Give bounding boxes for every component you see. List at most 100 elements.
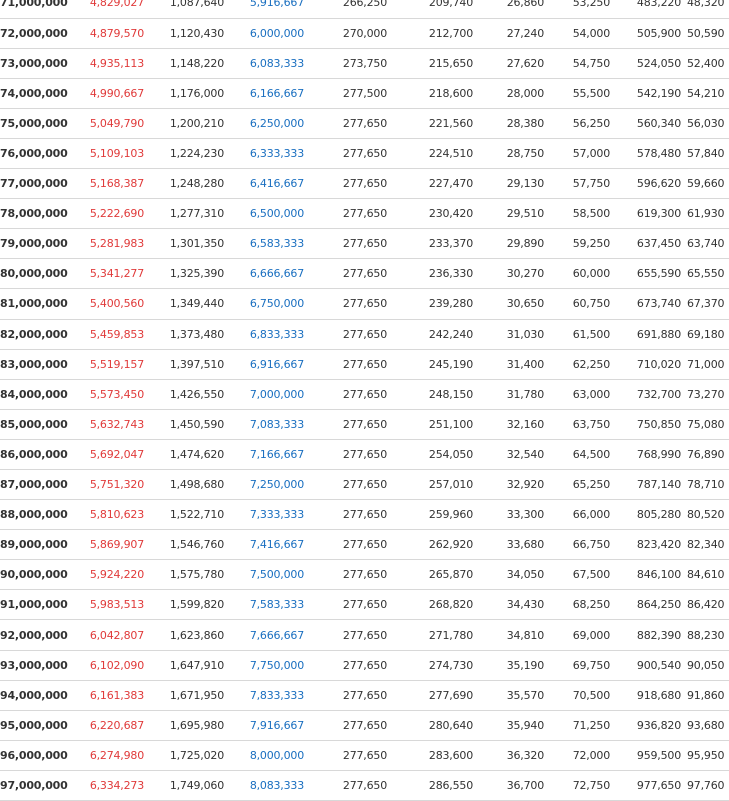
deduction-total-cell: 1,546,760 — [150, 529, 230, 561]
monthly-salary-cell: 7,916,667 — [230, 710, 310, 741]
table-row: 74,000,000 4,990,667 1,176,000 6,166,667 277… — [0, 78, 729, 109]
table-row: 88,000,000 5,810,623 1,522,710 7,333,333 277… — [0, 499, 729, 531]
income-tax-cell: 505,900 — [616, 18, 687, 49]
income-tax-cell: 823,420 — [616, 529, 687, 561]
deduction-total-cell: 1,301,350 — [150, 228, 230, 260]
long-term-care-cell: 34,050 — [479, 559, 550, 591]
employment-insurance-cell: 59,250 — [550, 228, 616, 260]
annual-salary-cell: 86,000,000 — [0, 439, 68, 471]
income-tax-cell: 637,450 — [616, 228, 687, 260]
deduction-total-cell: 1,176,000 — [150, 78, 230, 109]
income-tax-cell: 768,990 — [616, 439, 687, 471]
health-insurance-cell: 259,960 — [393, 499, 479, 531]
health-insurance-cell: 280,640 — [393, 710, 479, 741]
local-income-tax-cell: 93,680 — [687, 710, 729, 741]
long-term-care-cell: 34,810 — [479, 619, 550, 651]
annual-salary-cell: 73,000,000 — [0, 48, 68, 79]
net-income-cell: 5,049,790 — [68, 108, 150, 139]
local-income-tax-cell: 82,340 — [687, 529, 729, 561]
deduction-total-cell: 1,498,680 — [150, 469, 230, 501]
local-income-tax-cell: 97,760 — [687, 770, 729, 801]
deduction-total-cell: 1,349,440 — [150, 288, 230, 320]
income-tax-cell: 619,300 — [616, 198, 687, 230]
national-pension-cell: 277,650 — [310, 409, 393, 440]
employment-insurance-cell: 72,750 — [550, 770, 616, 801]
national-pension-cell: 277,650 — [310, 589, 393, 621]
deduction-total-cell: 1,087,640 — [150, 0, 230, 19]
table-row: 83,000,000 5,519,157 1,397,510 6,916,667 277… — [0, 349, 729, 380]
monthly-salary-cell: 6,500,000 — [230, 198, 310, 230]
annual-salary-cell: 74,000,000 — [0, 78, 68, 109]
long-term-care-cell: 36,320 — [479, 740, 550, 771]
deduction-total-cell: 1,623,860 — [150, 619, 230, 651]
local-income-tax-cell: 52,400 — [687, 48, 729, 79]
monthly-salary-cell: 6,916,667 — [230, 349, 310, 380]
annual-salary-cell: 83,000,000 — [0, 349, 68, 380]
health-insurance-cell: 254,050 — [393, 439, 479, 471]
long-term-care-cell: 35,940 — [479, 710, 550, 741]
net-income-cell: 5,168,387 — [68, 168, 150, 200]
deduction-total-cell: 1,200,210 — [150, 108, 230, 139]
annual-salary-cell: 85,000,000 — [0, 409, 68, 440]
income-tax-cell: 750,850 — [616, 409, 687, 440]
local-income-tax-cell: 50,590 — [687, 18, 729, 49]
local-income-tax-cell: 76,890 — [687, 439, 729, 471]
monthly-salary-cell: 7,666,667 — [230, 619, 310, 651]
annual-salary-cell: 90,000,000 — [0, 559, 68, 591]
annual-salary-cell: 84,000,000 — [0, 379, 68, 410]
annual-salary-cell: 88,000,000 — [0, 499, 68, 531]
health-insurance-cell: 212,700 — [393, 18, 479, 49]
national-pension-cell: 266,250 — [310, 0, 393, 19]
net-income-cell: 5,751,320 — [68, 469, 150, 501]
employment-insurance-cell: 71,250 — [550, 710, 616, 741]
employment-insurance-cell: 63,000 — [550, 379, 616, 410]
national-pension-cell: 277,650 — [310, 168, 393, 200]
salary-table-container: 71,000,000 4,829,027 1,087,640 5,916,667 266… — [0, 0, 729, 801]
net-income-cell: 5,222,690 — [68, 198, 150, 230]
health-insurance-cell: 271,780 — [393, 619, 479, 651]
employment-insurance-cell: 66,000 — [550, 499, 616, 531]
annual-salary-cell: 76,000,000 — [0, 138, 68, 170]
annual-salary-cell: 96,000,000 — [0, 740, 68, 771]
national-pension-cell: 273,750 — [310, 48, 393, 79]
deduction-total-cell: 1,695,980 — [150, 710, 230, 741]
employment-insurance-cell: 60,000 — [550, 258, 616, 290]
annual-salary-cell: 78,000,000 — [0, 198, 68, 230]
long-term-care-cell: 35,190 — [479, 650, 550, 681]
health-insurance-cell: 245,190 — [393, 349, 479, 380]
income-tax-cell: 900,540 — [616, 650, 687, 681]
table-row: 96,000,000 6,274,980 1,725,020 8,000,000 277… — [0, 740, 729, 771]
national-pension-cell: 277,650 — [310, 499, 393, 531]
long-term-care-cell: 28,000 — [479, 78, 550, 109]
table-row: 79,000,000 5,281,983 1,301,350 6,583,333 277… — [0, 228, 729, 260]
monthly-salary-cell: 7,000,000 — [230, 379, 310, 410]
table-row: 71,000,000 4,829,027 1,087,640 5,916,667 266… — [0, 0, 729, 19]
income-tax-cell: 959,500 — [616, 740, 687, 771]
long-term-care-cell: 35,570 — [479, 680, 550, 711]
income-tax-cell: 864,250 — [616, 589, 687, 621]
national-pension-cell: 277,650 — [310, 650, 393, 681]
monthly-salary-cell: 7,083,333 — [230, 409, 310, 440]
national-pension-cell: 277,650 — [310, 349, 393, 380]
annual-salary-cell: 80,000,000 — [0, 258, 68, 290]
income-tax-cell: 710,020 — [616, 349, 687, 380]
local-income-tax-cell: 69,180 — [687, 319, 729, 350]
table-row: 77,000,000 5,168,387 1,248,280 6,416,667 277… — [0, 168, 729, 200]
health-insurance-cell: 209,740 — [393, 0, 479, 19]
health-insurance-cell: 218,600 — [393, 78, 479, 109]
long-term-care-cell: 26,860 — [479, 0, 550, 19]
employment-insurance-cell: 57,000 — [550, 138, 616, 170]
table-row: 93,000,000 6,102,090 1,647,910 7,750,000 277… — [0, 650, 729, 681]
long-term-care-cell: 30,650 — [479, 288, 550, 320]
health-insurance-cell: 257,010 — [393, 469, 479, 501]
table-row: 95,000,000 6,220,687 1,695,980 7,916,667 277… — [0, 710, 729, 741]
table-row: 73,000,000 4,935,113 1,148,220 6,083,333 273… — [0, 48, 729, 79]
monthly-salary-cell: 6,416,667 — [230, 168, 310, 200]
deduction-total-cell: 1,426,550 — [150, 379, 230, 410]
table-row: 97,000,000 6,334,273 1,749,060 8,083,333 277… — [0, 770, 729, 801]
health-insurance-cell: 286,550 — [393, 770, 479, 801]
employment-insurance-cell: 64,500 — [550, 439, 616, 471]
employment-insurance-cell: 66,750 — [550, 529, 616, 561]
deduction-total-cell: 1,575,780 — [150, 559, 230, 591]
employment-insurance-cell: 60,750 — [550, 288, 616, 320]
